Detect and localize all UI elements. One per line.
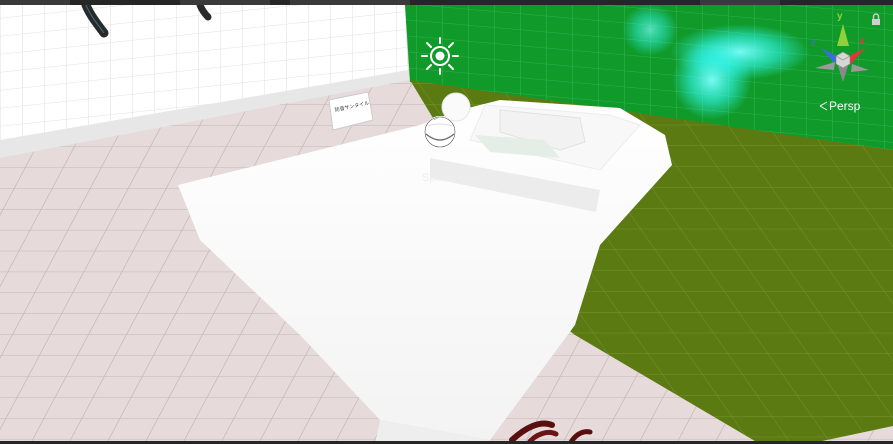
gizmo-axis-z-label[interactable]: z (811, 39, 816, 49)
toolbar-strip (0, 0, 893, 5)
spawn-point-label: Spawn Point (422, 172, 484, 184)
scene-canvas[interactable] (0, 0, 893, 444)
sun-icon[interactable] (421, 37, 459, 75)
scene-view[interactable]: y x z Persp Spawn Point 防音サンタイル (0, 0, 893, 444)
projection-toggle[interactable]: Persp (815, 98, 862, 114)
projection-label[interactable]: Persp (829, 99, 860, 113)
gizmo-axis-y-label[interactable]: y (837, 12, 843, 22)
gizmo-axis-x-label[interactable]: x (859, 37, 865, 47)
